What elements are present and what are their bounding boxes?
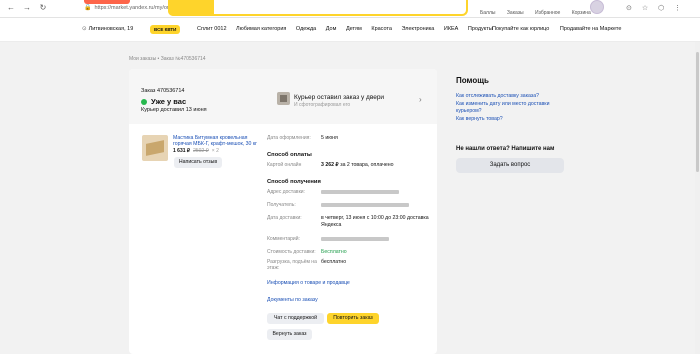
location-pin-icon: ⊙	[82, 26, 87, 32]
category-item[interactable]: Продукты	[468, 26, 493, 32]
product-price: 1 631 ₽2502 ₽ × 2	[173, 148, 219, 154]
header-link-favorites[interactable]: Избранное	[535, 10, 560, 16]
menu-icon[interactable]: ⋮	[674, 5, 681, 12]
payment-value: 3 262 ₽ за 2 товара, оплачено	[321, 162, 394, 168]
category-item[interactable]: ИКЕА	[444, 26, 459, 32]
status-text: Уже у вас	[151, 97, 187, 106]
delivery-cost-label: Стоимость доставки:	[267, 249, 316, 255]
product-name-link[interactable]: Мастика Битумная кровельная горячая МБК-…	[173, 135, 265, 147]
breadcrumb[interactable]: Мои заказы • Заказ №470536714	[129, 56, 206, 62]
address-value-redacted	[321, 189, 399, 195]
header-link-cart[interactable]: Корзина	[572, 10, 591, 16]
lock-icon: 🔒	[84, 5, 92, 11]
courier-photo-icon[interactable]	[277, 92, 290, 105]
repeat-order-button[interactable]: Повторить заказ	[327, 313, 379, 324]
help-title: Помощь	[456, 76, 489, 85]
help-links: Как отслеживать доставку заказа? Как изм…	[456, 93, 566, 125]
forward-arrow-icon[interactable]: →	[22, 3, 32, 13]
delivered-text: Курьер доставил 13 июня	[141, 107, 207, 113]
status-dot-icon	[141, 98, 147, 105]
write-review-button[interactable]: Написать отзыв	[174, 157, 222, 168]
delivery-section-title: Способ получения	[267, 179, 321, 185]
category-item[interactable]: Детям	[346, 26, 362, 32]
payment-section-title: Способ оплаты	[267, 152, 312, 158]
product-image[interactable]	[142, 135, 168, 161]
support-chat-button[interactable]: Чат с поддержкой	[267, 313, 324, 324]
payment-amount: 3 262 ₽	[321, 162, 339, 168]
category-item[interactable]: Одежда	[296, 26, 316, 32]
help-link-track[interactable]: Как отслеживать доставку заказа?	[456, 93, 566, 99]
address-label: Адрес доставки:	[267, 189, 305, 195]
return-order-button[interactable]: Вернуть заказ	[267, 329, 312, 340]
catalog-button[interactable]	[168, 0, 214, 16]
header-link-orders[interactable]: Заказы	[507, 10, 524, 16]
delivery-cost-value: Бесплатно	[321, 249, 347, 255]
header-link-points[interactable]: Баллы	[480, 10, 496, 16]
price-current: 1 631 ₽	[173, 148, 191, 154]
payment-note: за 2 товара, оплачено	[340, 162, 394, 168]
category-list: Сплит 0012 Любимая категория Одежда Дом …	[197, 26, 501, 32]
browser-extension-icons: ⊙ ☆ ⬡ ⋮	[626, 4, 689, 12]
ask-question-button[interactable]: Задать вопрос	[456, 158, 564, 173]
delivery-date-label: Дата доставки:	[267, 215, 302, 221]
order-status-panel: Заказ 470536714 Уже у вас Курьер достави…	[129, 69, 437, 124]
comment-value-redacted	[321, 236, 389, 242]
category-nav: ⊙ Литвиновская, 19 ВСЕ КВТИ Сплит 0012 Лю…	[0, 18, 700, 42]
order-card: Заказ 470536714 Уже у вас Курьер достави…	[129, 69, 437, 354]
order-documents-link[interactable]: Документы по заказу	[267, 297, 318, 303]
avatar[interactable]	[590, 0, 604, 14]
header-links: Баллы Заказы Избранное Корзина	[480, 10, 601, 16]
profile-icon[interactable]: ⊙	[626, 5, 632, 12]
category-item[interactable]: Дом	[326, 26, 337, 32]
business-links: Покупайте как юрлицо Продавайте на Марке…	[492, 26, 630, 32]
location-text: Литвиновская, 19	[88, 26, 134, 32]
order-date-value: 5 июня	[321, 135, 338, 141]
chevron-right-icon[interactable]: ›	[419, 95, 422, 104]
courier-subtitle: И сфотографировал его	[294, 102, 351, 108]
payment-method-label: Картой онлайн	[267, 162, 302, 168]
browser-toolbar: ← → ↻ 🔒 https://market.yandex.ru/my/order…	[0, 0, 700, 18]
star-icon[interactable]: ☆	[642, 5, 648, 12]
category-item[interactable]: Любимая категория	[236, 26, 286, 32]
recipient-value-redacted	[321, 202, 409, 208]
no-answer-title: Не нашли ответа? Напишите нам	[456, 146, 555, 152]
category-item[interactable]: Электроника	[401, 26, 434, 32]
courier-title[interactable]: Курьер оставил заказ у двери	[294, 94, 384, 101]
product-seller-info-link[interactable]: Информация о товаре и продавце	[267, 280, 350, 286]
comment-label: Комментарий:	[267, 236, 300, 242]
location-selector[interactable]: ⊙ Литвиновская, 19	[82, 26, 133, 32]
price-old: 2502 ₽	[193, 148, 209, 154]
product-qty: × 2	[211, 148, 219, 154]
order-status: Уже у вас	[141, 97, 186, 106]
unload-value: бесплатно	[321, 259, 347, 265]
sell-on-market-link[interactable]: Продавайте на Маркете	[560, 26, 622, 32]
help-link-change-date[interactable]: Как изменить дату или место доставки кур…	[456, 101, 566, 114]
category-item[interactable]: Красота	[371, 26, 392, 32]
page-scrollbar[interactable]	[695, 42, 700, 354]
delivery-date-value: в четверг, 13 июня с 10:00 до 23:00 дост…	[321, 215, 429, 228]
scrollbar-thumb[interactable]	[696, 52, 699, 172]
all-categories-button[interactable]: ВСЕ КВТИ	[150, 25, 181, 34]
unload-label: Разгрузка, подъём на этаж:	[267, 259, 317, 271]
extension-icon[interactable]: ⬡	[658, 5, 664, 12]
help-link-return[interactable]: Как вернуть товар?	[456, 116, 566, 122]
reload-icon[interactable]: ↻	[38, 3, 48, 13]
order-date-label: Дата оформления:	[267, 135, 311, 141]
recipient-label: Получатель:	[267, 202, 296, 208]
back-arrow-icon[interactable]: ←	[6, 3, 16, 13]
category-item[interactable]: Сплит 0012	[197, 26, 227, 32]
order-number: Заказ 470536714	[141, 88, 185, 94]
buy-as-company-link[interactable]: Покупайте как юрлицо	[492, 26, 549, 32]
